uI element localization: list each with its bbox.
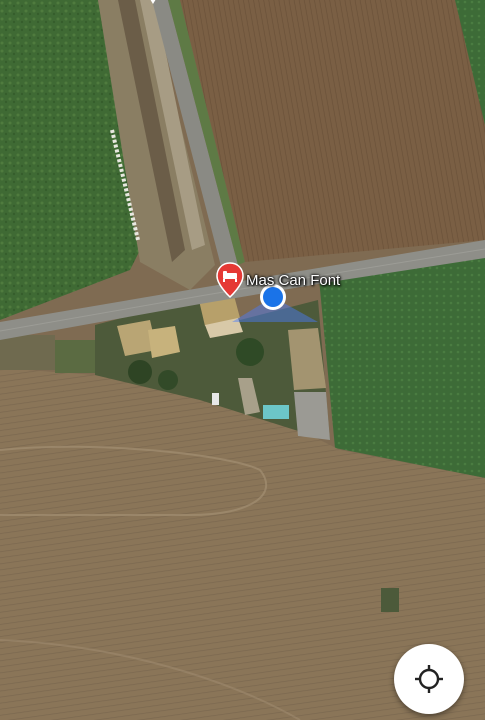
shed-roof [294, 392, 330, 440]
partial-marker-icon [150, 0, 156, 4]
green-field-east [318, 248, 485, 478]
garden-plot [55, 340, 95, 373]
tree [128, 360, 152, 384]
small-hut [381, 588, 399, 612]
blue-dot-icon [263, 287, 283, 307]
tree [236, 338, 264, 366]
my-location-icon [415, 665, 443, 693]
hotel-pin-icon[interactable] [216, 262, 244, 298]
my-location-button[interactable] [394, 644, 464, 714]
parked-car [212, 393, 219, 405]
garden-plot [0, 335, 55, 370]
tree [158, 370, 178, 390]
swimming-pool [263, 405, 289, 419]
place-name-label[interactable]: Mas Can Font [246, 272, 340, 289]
satellite-map[interactable] [0, 0, 485, 720]
